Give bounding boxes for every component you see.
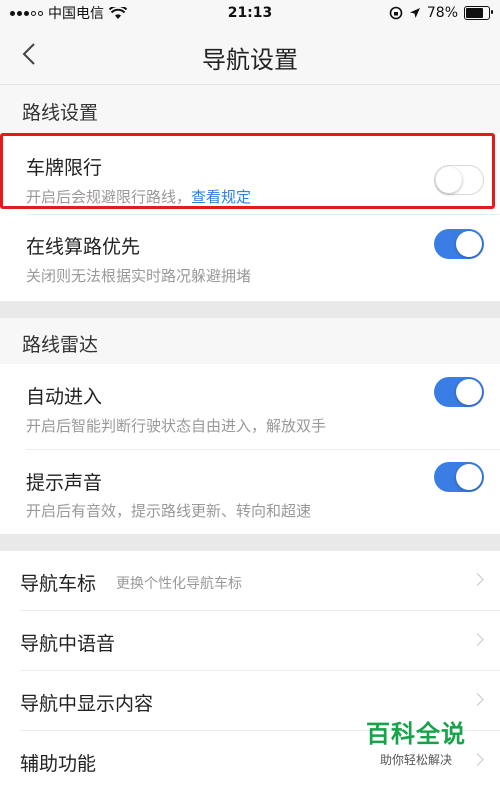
battery-percent: 78%	[426, 5, 458, 21]
setting-row-sound: 提示声音 开启后有音效，提示路线更新、转向和超速	[0, 450, 500, 534]
page-title: 导航设置	[202, 46, 298, 74]
section-gap	[0, 534, 500, 551]
status-right: 78%	[389, 5, 493, 21]
chevron-right-icon	[471, 693, 484, 706]
nav-row-vehicle-icon[interactable]: 导航车标 更换个性化导航车标	[0, 551, 500, 611]
row-subtitle: 开启后智能判断行驶状态自由进入，解放双手	[26, 417, 327, 435]
nav-row-voice[interactable]: 导航中语音	[0, 611, 500, 671]
row-title: 导航中显示内容	[20, 693, 154, 715]
row-subtitle: 开启后有音效，提示路线更新、转向和超速	[26, 502, 312, 520]
section-header-radar: 路线雷达	[0, 318, 500, 364]
orientation-lock-icon	[389, 6, 403, 20]
row-subtitle: 关闭则无法根据实时路况躲避拥堵	[26, 267, 252, 285]
section-title: 路线设置	[22, 102, 99, 124]
plate-restriction-toggle[interactable]	[434, 165, 484, 195]
row-description: 更换个性化导航车标	[116, 576, 242, 592]
location-icon	[409, 8, 420, 18]
section-title: 路线雷达	[22, 334, 99, 356]
section-gap	[0, 301, 500, 318]
auto-enter-toggle[interactable]	[434, 377, 484, 407]
view-rules-link[interactable]: 查看规定	[191, 188, 251, 206]
watermark-sub: 助你轻松解决	[379, 753, 452, 767]
row-title: 在线算路优先	[26, 236, 141, 258]
status-bar: 中国电信 21:13 78%	[0, 0, 500, 26]
navigation-bar: 导航设置	[0, 26, 500, 85]
watermark-main: 百科全说	[366, 720, 466, 748]
row-subtitle-text: 开启后会规避限行路线，	[26, 188, 192, 206]
setting-row-online-routing: 在线算路优先 关闭则无法根据实时路况躲避拥堵	[0, 215, 500, 301]
setting-row-auto-enter: 自动进入 开启后智能判断行驶状态自由进入，解放双手	[0, 364, 500, 450]
online-routing-toggle[interactable]	[434, 229, 484, 259]
sound-toggle[interactable]	[434, 462, 484, 492]
row-title: 车牌限行	[26, 157, 103, 179]
row-subtitle: 开启后会规避限行路线，查看规定	[26, 186, 251, 207]
row-title: 提示声音	[26, 472, 103, 494]
setting-row-plate-restriction: 车牌限行 开启后会规避限行路线，查看规定	[0, 133, 500, 215]
row-title: 导航车标	[20, 573, 97, 595]
chevron-right-icon	[471, 573, 484, 586]
row-title: 辅助功能	[20, 753, 97, 775]
section-header-route: 路线设置	[0, 85, 500, 133]
battery-icon	[464, 6, 493, 20]
row-title: 自动进入	[26, 386, 103, 408]
chevron-right-icon	[471, 633, 484, 646]
row-title: 导航中语音	[20, 633, 116, 655]
watermark-logo: 百科全说 助你轻松解决	[356, 714, 476, 768]
